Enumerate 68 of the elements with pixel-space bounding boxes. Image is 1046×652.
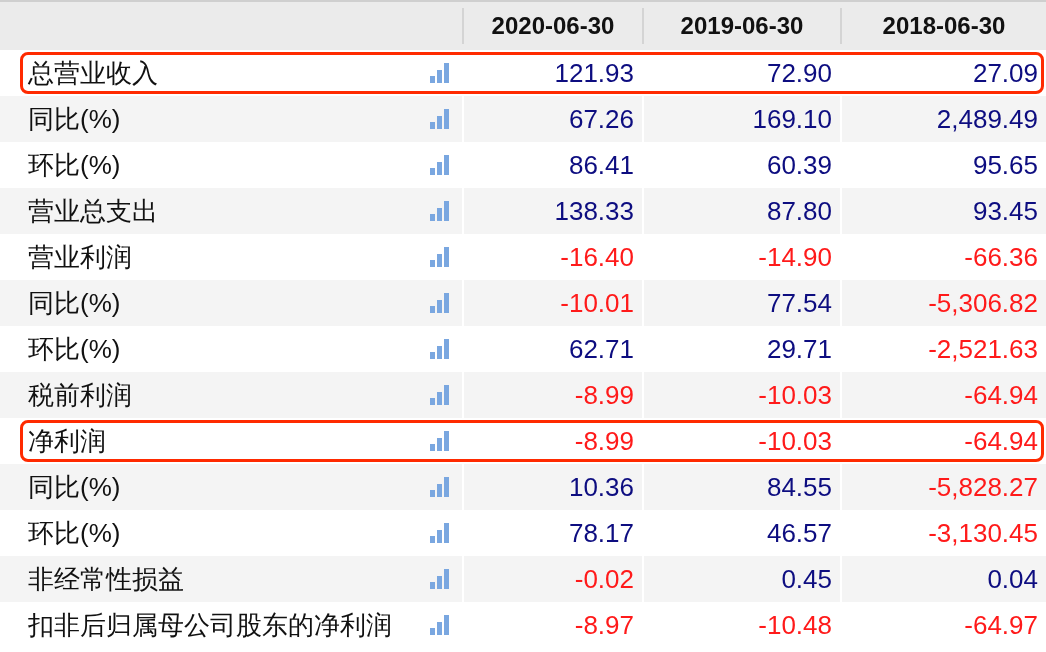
table-cell-text: -64.94	[964, 424, 1038, 458]
bar-chart-icon[interactable]	[430, 339, 450, 359]
bar-chart-icon[interactable]	[430, 431, 450, 451]
row-label: 同比(%)	[28, 102, 122, 136]
table-cell-text: 84.55	[766, 470, 832, 504]
table-cell-text: 27.09	[972, 56, 1038, 90]
table-cell-text: 46.57	[766, 516, 832, 550]
table-cell-text: -0.02	[574, 562, 634, 596]
table-cell-text: -10.48	[758, 608, 832, 642]
table-cell-text: -5,828.27	[928, 470, 1038, 504]
table-cell-text: -3,130.45	[928, 516, 1038, 550]
table-cell-text: 29.71	[766, 332, 832, 366]
row-label: 税前利润	[28, 378, 133, 412]
table-cell-text: -5,306.82	[928, 286, 1038, 320]
table-cell-text: 2,489.49	[936, 102, 1038, 136]
column-header: 2020-06-30	[491, 11, 615, 41]
bar-chart-icon[interactable]	[430, 293, 450, 313]
table-cell-text: 10.36	[568, 470, 634, 504]
table-cell-text: 77.54	[766, 286, 832, 320]
table-cell-text: 78.17	[568, 516, 634, 550]
table-cell-text: -8.97	[574, 608, 634, 642]
bar-chart-icon[interactable]	[430, 109, 450, 129]
bar-chart-icon[interactable]	[430, 385, 450, 405]
bar-chart-icon[interactable]	[430, 569, 450, 589]
table-cell-text: 0.45	[781, 562, 832, 596]
column-header: 2019-06-30	[680, 11, 804, 41]
table-cell-text: 87.80	[766, 194, 832, 228]
row-label: 同比(%)	[28, 286, 122, 320]
table-cell-text: -8.99	[574, 424, 634, 458]
table-cell-text: 72.90	[766, 56, 832, 90]
table-cell-text: 93.45	[972, 194, 1038, 228]
table-cell-text: -10.03	[758, 424, 832, 458]
row-label: 环比(%)	[28, 516, 122, 550]
bar-chart-icon[interactable]	[430, 63, 450, 83]
table-cell-text: -16.40	[560, 240, 634, 274]
table-cell-text: -66.36	[964, 240, 1038, 274]
bar-chart-icon[interactable]	[430, 201, 450, 221]
table-cell-text: -2,521.63	[928, 332, 1038, 366]
row-label: 非经常性损益	[28, 562, 185, 596]
bar-chart-icon[interactable]	[430, 615, 450, 635]
table-cell-text: 0.04	[987, 562, 1038, 596]
row-label: 扣非后归属母公司股东的净利润	[28, 608, 393, 642]
table-cell-text: -10.03	[758, 378, 832, 412]
table-cell-text: 60.39	[766, 148, 832, 182]
bar-chart-icon[interactable]	[430, 155, 450, 175]
table-cell-text: 138.33	[554, 194, 634, 228]
table-cell-text: 62.71	[568, 332, 634, 366]
table-cell-text: 86.41	[568, 148, 634, 182]
row-label: 净利润	[28, 424, 107, 458]
row-label: 环比(%)	[28, 148, 122, 182]
table-cell-text: -64.94	[964, 378, 1038, 412]
table-cell-text: -8.99	[574, 378, 634, 412]
table-cell-text: -64.97	[964, 608, 1038, 642]
table-cell-text: 67.26	[568, 102, 634, 136]
bar-chart-icon[interactable]	[430, 247, 450, 267]
bar-chart-icon[interactable]	[430, 523, 450, 543]
row-label: 总营业收入	[28, 56, 159, 90]
row-label: 同比(%)	[28, 470, 122, 504]
row-label: 营业总支出	[28, 194, 159, 228]
table-cell-text: 95.65	[972, 148, 1038, 182]
row-label: 环比(%)	[28, 332, 122, 366]
table-cell-text: -10.01	[560, 286, 634, 320]
column-header: 2018-06-30	[882, 11, 1006, 41]
table-cell-text: 169.10	[752, 102, 832, 136]
table-cell-text: -14.90	[758, 240, 832, 274]
table-cell-text: 121.93	[554, 56, 634, 90]
bar-chart-icon[interactable]	[430, 477, 450, 497]
row-label: 营业利润	[28, 240, 133, 274]
